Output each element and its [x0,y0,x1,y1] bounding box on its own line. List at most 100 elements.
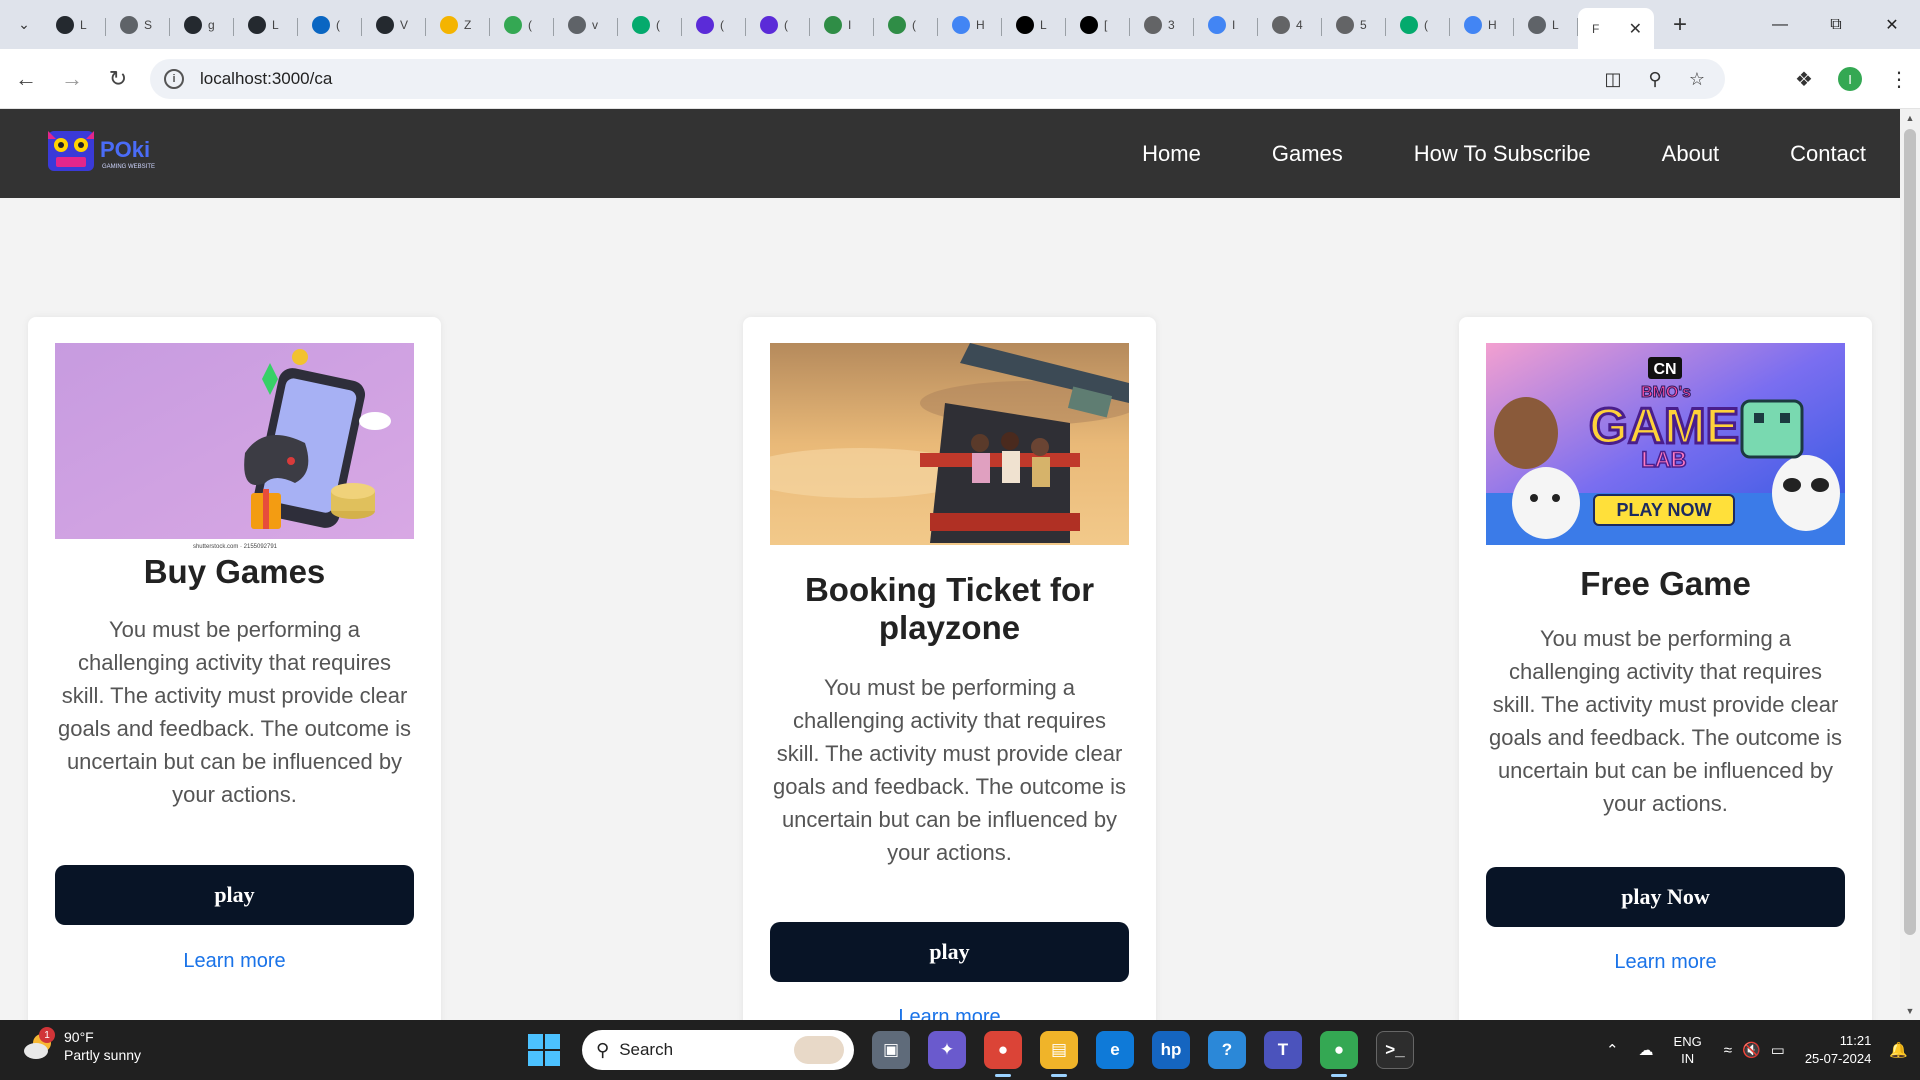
close-window-icon[interactable]: ✕ [1864,0,1920,49]
github-favicon-icon [56,15,74,34]
card-description: You must be performing a challenging act… [772,675,1127,865]
browser-tab[interactable]: ( [618,7,682,43]
close-tab-icon[interactable]: ✕ [1629,19,1642,39]
browser-tab[interactable]: v [554,7,618,43]
copilot-icon[interactable]: ✦ [928,1031,966,1069]
teams-icon[interactable]: T [1264,1031,1302,1069]
install-app-icon[interactable]: ◫ [1601,67,1625,91]
file-explorer-icon[interactable]: ▤ [1040,1031,1078,1077]
browser-tab[interactable]: H [1450,7,1514,43]
battery-icon[interactable]: ▭ [1771,1041,1785,1059]
card-buy-games: shutterstock.com · 2155092791 Buy Games … [28,317,441,1020]
language-indicator[interactable]: ENG IN [1674,1033,1702,1067]
scrollbar-thumb[interactable] [1904,129,1916,935]
browser-tab[interactable]: ( [1386,7,1450,43]
reload-button[interactable]: ↻ [98,59,138,99]
poki-logo[interactable]: POki GAMING WEBSITE [46,127,176,175]
chevron-up-icon[interactable]: ⌃ [1606,1041,1619,1059]
scroll-up-icon[interactable]: ▲ [1904,113,1916,123]
card-booking-ticket: Booking Ticket for playzone You must be … [743,317,1156,1020]
volume-muted-icon[interactable]: 🔇 [1742,1041,1761,1059]
nav-about[interactable]: About [1662,141,1720,167]
address-bar[interactable]: i localhost:3000/ca ◫ ⚲ ☆ [150,59,1725,99]
edge-icon[interactable]: e [1096,1031,1134,1069]
back-button[interactable]: ← [6,59,46,99]
nav-how-to-subscribe[interactable]: How To Subscribe [1414,141,1591,167]
zoom-icon[interactable]: ⚲ [1643,67,1667,91]
card-title: Buy Games [143,553,326,590]
browser-tab[interactable]: ( [298,7,362,43]
forward-button[interactable]: → [52,59,92,99]
browser-tab[interactable]: 3 [1130,7,1194,43]
tab-search-icon[interactable]: ⌄ [6,7,42,43]
gfg-favicon-icon [888,15,906,34]
tab-active[interactable]: F ✕ [1578,8,1654,49]
weather-widget[interactable]: 1 90°F Partly sunny [22,1027,141,1064]
play-now-button[interactable]: play Now [1486,867,1845,927]
nav-contact[interactable]: Contact [1790,141,1866,167]
green-favicon-icon [504,15,522,34]
browser-tab[interactable]: g [170,7,234,43]
gfg-favicon-icon [824,15,842,34]
w-favicon-icon [1144,15,1162,34]
browser-tab[interactable]: V [362,7,426,43]
help-icon[interactable]: ? [1208,1031,1246,1069]
task-view-icon[interactable]: ▣ [872,1031,910,1069]
browser-tab[interactable]: L [42,7,106,43]
clock[interactable]: 11:21 25-07-2024 [1805,1032,1872,1068]
myhp-icon[interactable]: hp [1152,1031,1190,1069]
browser-tab[interactable]: ( [682,7,746,43]
globe-favicon-icon [1528,15,1546,34]
browser-tab[interactable]: S [106,7,170,43]
clock-date: 25-07-2024 [1804,1051,1872,1066]
terminal-icon[interactable]: >_ [1376,1031,1414,1069]
globe-favicon-icon [120,15,138,34]
browser-tab[interactable]: ( [874,7,938,43]
game-text: GAME [1589,398,1739,454]
browser-tab[interactable]: H [938,7,1002,43]
minimize-icon[interactable]: — [1752,0,1808,49]
tab-title: ( [336,17,340,32]
site-info-icon[interactable]: i [164,69,184,89]
play-button[interactable]: play [55,865,414,925]
wifi-icon[interactable]: ≈ [1724,1042,1732,1059]
chrome-icon[interactable]: ● [984,1031,1022,1077]
system-tray: ⌃ ☁ ENG IN ≈ 🔇 ▭ 11:21 25-07-2024 🔔 [1606,1020,1920,1080]
play-button[interactable]: play [770,922,1129,982]
learn-more-link[interactable]: Learn more [1459,951,1872,974]
bookmark-star-icon[interactable]: ☆ [1685,67,1709,91]
browser-tab[interactable]: [ [1066,7,1130,43]
browser-tab[interactable]: 4 [1258,7,1322,43]
notification-bell-icon[interactable]: 🔔 [1889,1041,1908,1059]
browser-tab[interactable]: 5 [1322,7,1386,43]
nav-games[interactable]: Games [1272,141,1343,167]
profile-avatar[interactable]: I [1838,67,1862,91]
nav-home[interactable]: Home [1142,141,1201,167]
card-description: You must be performing a challenging act… [1488,626,1843,816]
new-tab-button[interactable]: + [1662,7,1698,43]
restore-icon[interactable]: ⧉ [1808,0,1864,49]
browser-tab[interactable]: I [1194,7,1258,43]
browser-tab[interactable]: L [1514,7,1578,43]
browser-menu-icon[interactable]: ⋮ [1884,59,1914,99]
learn-more-link[interactable]: Learn more [743,1006,1156,1020]
browser-tab[interactable]: ( [746,7,810,43]
browser-tab[interactable]: Z [426,7,490,43]
card-free-game: CN BMO's GAME LAB PLAY NOW Free Game You… [1459,317,1872,1020]
browser-tab[interactable]: L [1002,7,1066,43]
start-button-windows-icon[interactable] [524,1030,564,1070]
browser-tab[interactable]: L [234,7,298,43]
chrome-profile-icon[interactable]: ● [1320,1031,1358,1077]
url-text[interactable]: localhost:3000/ca [200,69,332,89]
tab-title: ( [720,17,724,32]
tab-title: ( [528,17,532,32]
onedrive-cloud-icon[interactable]: ☁ [1639,1041,1654,1059]
learn-more-link[interactable]: Learn more [28,950,441,973]
taskbar-search[interactable]: ⚲ Search [582,1030,854,1070]
browser-tab[interactable]: ( [490,7,554,43]
page-scrollbar[interactable]: ▲ ▼ [1900,109,1920,1020]
tab-title: L [1040,17,1047,32]
extensions-puzzle-icon[interactable]: ❖ [1784,59,1824,99]
browser-tab[interactable]: I [810,7,874,43]
scroll-down-icon[interactable]: ▼ [1904,1006,1916,1016]
